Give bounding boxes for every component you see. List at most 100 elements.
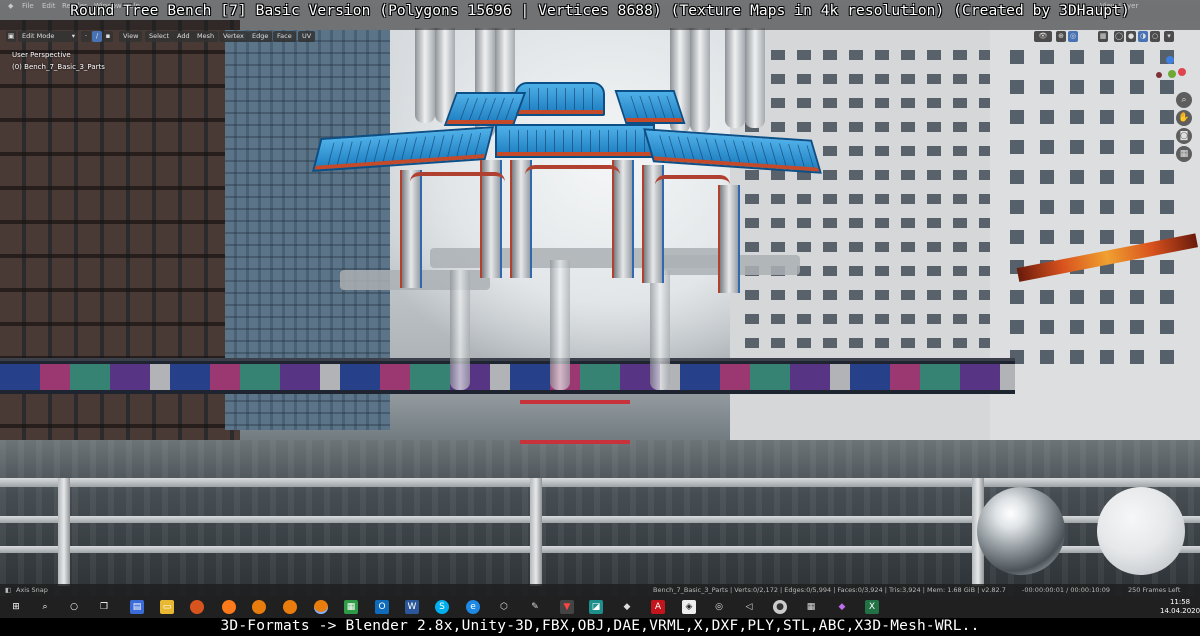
firefox-icon[interactable] xyxy=(222,600,236,614)
z-axis-icon[interactable] xyxy=(1166,56,1174,64)
firefox-dev-icon[interactable] xyxy=(190,600,204,614)
windows-taskbar: ⊞ ⌕ ○ ❐ ▤ ▭ ▦ O W S e ⬡ ✎ ▼ ◪ ◆ A ◈ ◎ ◁ … xyxy=(0,596,1200,618)
teal-app-icon[interactable]: ◪ xyxy=(589,600,603,614)
shading-options-icon[interactable]: ▾ xyxy=(1164,31,1174,42)
wireframe-shading-icon[interactable]: ◯ xyxy=(1114,31,1124,42)
trunk xyxy=(612,160,634,278)
blender-icon[interactable] xyxy=(283,600,297,614)
ghost-trunk xyxy=(550,260,570,390)
search-icon[interactable]: ⌕ xyxy=(38,600,52,614)
chevron-down-icon: ▾ xyxy=(71,32,75,40)
arch xyxy=(410,172,505,182)
pin-app-icon[interactable]: ◆ xyxy=(835,600,849,614)
unity-icon[interactable]: ◈ xyxy=(682,600,696,614)
canopy-top-left xyxy=(443,92,527,126)
windows-start-icon[interactable]: ⊞ xyxy=(9,600,23,614)
menu-add[interactable]: Add xyxy=(173,31,194,42)
neg-x-axis-icon[interactable] xyxy=(1156,72,1162,78)
tool-icon[interactable]: ✎ xyxy=(528,600,542,614)
canopy-top xyxy=(515,82,605,116)
gizmo-toggle-icon[interactable]: ⊕ xyxy=(1056,31,1066,42)
hanging-pipe xyxy=(725,28,745,128)
mode-label: Edit Mode xyxy=(22,32,55,40)
acrobat-icon[interactable]: A xyxy=(651,600,665,614)
word-icon[interactable]: W xyxy=(405,600,419,614)
arch xyxy=(655,175,730,185)
perspective-toggle-icon[interactable]: ▦ xyxy=(1176,146,1192,162)
menu-mesh[interactable]: Mesh xyxy=(193,31,219,42)
hanging-pipe xyxy=(690,28,710,133)
task-view-icon[interactable]: ❐ xyxy=(97,600,111,614)
ghost-canopy xyxy=(430,248,730,268)
excel-icon[interactable]: X xyxy=(865,600,879,614)
cortana-icon[interactable]: ○ xyxy=(67,600,81,614)
green-app-icon[interactable]: ▦ xyxy=(344,600,358,614)
blender-icon[interactable] xyxy=(252,600,266,614)
face-select-icon[interactable]: ▪ xyxy=(103,31,113,42)
menu-face[interactable]: Face xyxy=(273,31,296,42)
3d-viewport[interactable] xyxy=(0,0,1200,596)
inkscape-icon[interactable]: ◆ xyxy=(620,600,634,614)
rendered-shading-icon[interactable]: ○ xyxy=(1150,31,1160,42)
view-object-types-icon[interactable]: 👁 xyxy=(1034,31,1052,42)
ghost-trunk xyxy=(450,270,470,390)
menu-edge[interactable]: Edge xyxy=(248,31,273,42)
material-shading-icon[interactable]: ◑ xyxy=(1138,31,1148,42)
vector-app-icon[interactable]: ▼ xyxy=(560,600,574,614)
arch xyxy=(525,165,620,175)
title-banner: Round Tree Bench [7] Basic Version (Poly… xyxy=(70,3,1130,19)
round-app-icon[interactable]: ● xyxy=(773,600,787,614)
view-perspective-label: User Perspective xyxy=(12,51,71,59)
viewport-header: ▣ Edit Mode ▾ · / ▪ View Select Add Mesh… xyxy=(0,31,1200,43)
camera-view-icon[interactable]: ◙ xyxy=(1176,128,1192,144)
x-axis-icon[interactable] xyxy=(1178,68,1186,76)
canopy-center xyxy=(495,124,655,158)
canopy-left xyxy=(311,126,495,172)
edge-select-icon[interactable]: / xyxy=(92,31,102,42)
menu-view[interactable]: View xyxy=(119,31,143,42)
zoom-icon[interactable]: ⌕ xyxy=(1176,92,1192,108)
circle-app-icon[interactable]: ◎ xyxy=(712,600,726,614)
pan-hand-icon[interactable]: ✋ xyxy=(1176,110,1192,126)
menu-vertex[interactable]: Vertex xyxy=(219,31,248,42)
screen: ◆ File Edit Render Window Help View Laye… xyxy=(0,0,1200,636)
unity-hub-icon[interactable]: ◁ xyxy=(742,600,756,614)
clock-time: 11:58 xyxy=(1169,598,1191,606)
playback-time: -00:00:00:01 / 00:00:10:09 xyxy=(1022,586,1110,594)
vertex-select-icon[interactable]: · xyxy=(81,31,91,42)
hdri-diffuse-sphere xyxy=(1097,487,1185,575)
xray-toggle-icon[interactable]: ▦ xyxy=(1098,31,1108,42)
overlay-toggle-icon[interactable]: ◎ xyxy=(1068,31,1078,42)
editor-type-icon[interactable]: ▣ xyxy=(6,31,16,42)
blender-active-icon[interactable] xyxy=(314,600,328,614)
save-app-icon[interactable]: ▤ xyxy=(130,600,144,614)
viewport-info: User Perspective (0) Bench_7_Basic_3_Par… xyxy=(12,49,105,73)
mode-dropdown[interactable]: Edit Mode ▾ xyxy=(18,31,78,42)
formats-banner: 3D-Formats -> Blender 2.8x,Unity-3D,FBX,… xyxy=(0,618,1200,636)
solid-shading-icon[interactable]: ● xyxy=(1126,31,1136,42)
cube-app-icon[interactable]: ⬡ xyxy=(497,600,511,614)
trunk xyxy=(400,170,422,288)
clock-date: 14.04.2020 xyxy=(1160,607,1200,615)
system-clock[interactable]: 11:58 14.04.2020 xyxy=(1160,598,1200,616)
outlook-icon[interactable]: O xyxy=(375,600,389,614)
status-bar: ◧ Axis Snap Bench_7_Basic_3_Parts | Vert… xyxy=(0,584,1200,596)
frames-left: 250 Frames Left xyxy=(1128,586,1181,594)
railing-post xyxy=(58,478,70,586)
hdri-chrome-sphere xyxy=(977,487,1065,575)
edge-icon[interactable]: e xyxy=(466,600,480,614)
skype-icon[interactable]: S xyxy=(435,600,449,614)
railing-top-bar xyxy=(0,478,1200,487)
y-axis-icon[interactable] xyxy=(1168,70,1176,78)
menu-select[interactable]: Select xyxy=(145,31,174,42)
red-bridge xyxy=(520,400,630,444)
menu-uv[interactable]: UV xyxy=(298,31,316,42)
mouse-icon: ◧ xyxy=(5,586,12,594)
canopy-top-right xyxy=(614,90,686,124)
bench-model[interactable] xyxy=(300,20,840,400)
file-explorer-icon[interactable]: ▭ xyxy=(160,600,174,614)
canopy-right xyxy=(643,128,822,174)
hanging-pipe xyxy=(745,28,765,128)
calculator-icon[interactable]: ▦ xyxy=(804,600,818,614)
status-hint: Axis Snap xyxy=(16,586,48,594)
